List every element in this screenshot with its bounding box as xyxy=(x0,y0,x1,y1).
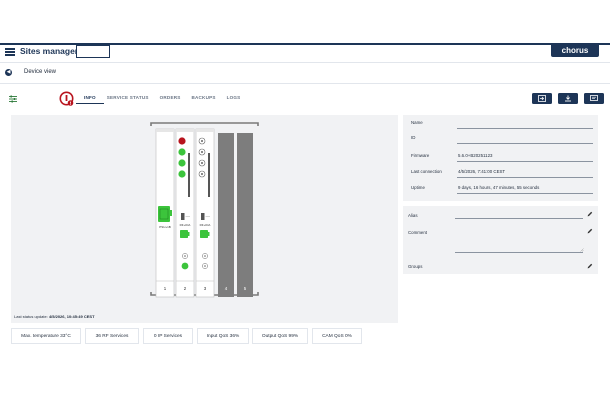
status-update-label: Last status update: xyxy=(14,314,48,319)
tab-bar: INFO SERVICE STATUS ORDERS BACKUPS LOGS xyxy=(76,95,251,104)
field-underline xyxy=(457,143,593,144)
alarm-device-icon xyxy=(59,91,74,106)
import-icon xyxy=(538,95,546,102)
pencil-icon[interactable] xyxy=(587,211,593,217)
card-handle xyxy=(208,153,210,197)
info-label: Last connection xyxy=(411,169,442,174)
card-label: RF+IDA xyxy=(200,223,211,227)
status-update-value: 4/5/2026, 10:45:49 CEST xyxy=(48,314,95,319)
rack-card-2[interactable]: RF+IDA 2 xyxy=(175,128,195,298)
tab-logs[interactable]: LOGS xyxy=(227,95,241,104)
sliders-icon[interactable] xyxy=(9,95,17,103)
stat-cam-qos: CAM QoS 0% xyxy=(312,328,362,344)
pencil-icon[interactable] xyxy=(587,263,593,269)
field-underline xyxy=(457,161,593,162)
device-rack: PSU+1B 1 RF+IDA 2 RF+IDA 3 4 5 xyxy=(150,122,259,298)
site-selector-input[interactable] xyxy=(76,45,110,58)
led-green xyxy=(178,170,186,178)
info-row-last-connection: Last connection 4/5/2026, 7:41:00 CEST xyxy=(408,169,593,179)
field-underline xyxy=(457,177,593,178)
info-row-id: ID xyxy=(408,135,593,145)
stat-max-temperature: Max. temperature 33°C xyxy=(11,328,81,344)
tab-service-status[interactable]: SERVICE STATUS xyxy=(107,95,149,104)
groups-label: Groups xyxy=(408,264,423,269)
device-meta-panel: Alias Comment Groups xyxy=(403,206,598,274)
divider xyxy=(0,83,610,84)
info-row-uptime: Uptime 9 days, 16 hours, 47 minutes, 55 … xyxy=(408,185,593,195)
rf-port-icon xyxy=(180,230,188,238)
rack-card-1[interactable]: PSU+1B 1 xyxy=(155,128,175,298)
rack-slot-4-empty[interactable]: 4 xyxy=(218,133,234,297)
info-label: Name xyxy=(411,120,423,125)
rack-frame-top xyxy=(150,122,259,126)
rf-port-icon xyxy=(200,230,208,238)
info-value: 9 days, 16 hours, 47 minutes, 55 seconds xyxy=(458,185,540,190)
comment-label: Comment xyxy=(408,230,428,235)
app-title: Sites manager xyxy=(20,46,79,56)
info-label: Firmware xyxy=(411,153,430,158)
back-button[interactable]: ◀ xyxy=(5,69,12,76)
info-label: ID xyxy=(411,135,416,140)
led-green xyxy=(178,148,186,156)
divider xyxy=(0,62,610,63)
info-label: Uptime xyxy=(411,185,425,190)
card-label: PSU+1B xyxy=(159,225,171,229)
stat-ip-services: 0 IP Services xyxy=(143,328,193,344)
tab-backups[interactable]: BACKUPS xyxy=(192,95,216,104)
led-green xyxy=(181,262,189,270)
rack-card-3[interactable]: RF+IDA 3 xyxy=(195,128,215,298)
led-red xyxy=(178,137,186,145)
info-value: 4/5/2026, 7:41:00 CEST xyxy=(458,169,506,174)
card-handle xyxy=(188,153,190,197)
download-icon xyxy=(565,95,571,102)
tab-info[interactable]: INFO xyxy=(76,95,104,104)
arrow-left-icon: ◀ xyxy=(6,69,11,75)
field-underline xyxy=(457,128,593,129)
pencil-icon[interactable] xyxy=(587,228,593,234)
page-title: Device view xyxy=(24,69,57,75)
stat-input-qos: Input QoS 36% xyxy=(197,328,249,344)
info-row-name: Name xyxy=(408,120,593,130)
field-underline xyxy=(457,193,593,194)
stat-rf-services: 36 RF Services xyxy=(85,328,139,344)
rack-slot-5-empty[interactable]: 5 xyxy=(237,133,253,297)
alias-label: Alias xyxy=(408,213,418,218)
message-icon xyxy=(590,95,598,101)
alias-field[interactable] xyxy=(455,218,583,219)
tab-orders[interactable]: ORDERS xyxy=(160,95,181,104)
last-status-update: Last status update: 4/5/2026, 10:45:49 C… xyxy=(14,314,95,319)
brand-logo: chorus xyxy=(551,45,599,57)
device-info-panel: Name ID Firmware 5.6.0+B20251123 Last co… xyxy=(403,115,598,201)
info-row-firmware: Firmware 5.6.0+B20251123 xyxy=(408,153,593,163)
comment-field[interactable] xyxy=(455,252,583,253)
info-value: 5.6.0+B20251123 xyxy=(458,153,493,158)
download-button[interactable] xyxy=(558,93,578,104)
stat-output-qos: Output QoS 99% xyxy=(252,328,308,344)
hamburger-icon[interactable] xyxy=(5,48,15,56)
import-button[interactable] xyxy=(532,93,552,104)
led-green xyxy=(178,159,186,167)
message-button[interactable] xyxy=(584,93,604,104)
resize-handle-icon[interactable] xyxy=(580,248,584,252)
card-label: RF+IDA xyxy=(180,223,191,227)
